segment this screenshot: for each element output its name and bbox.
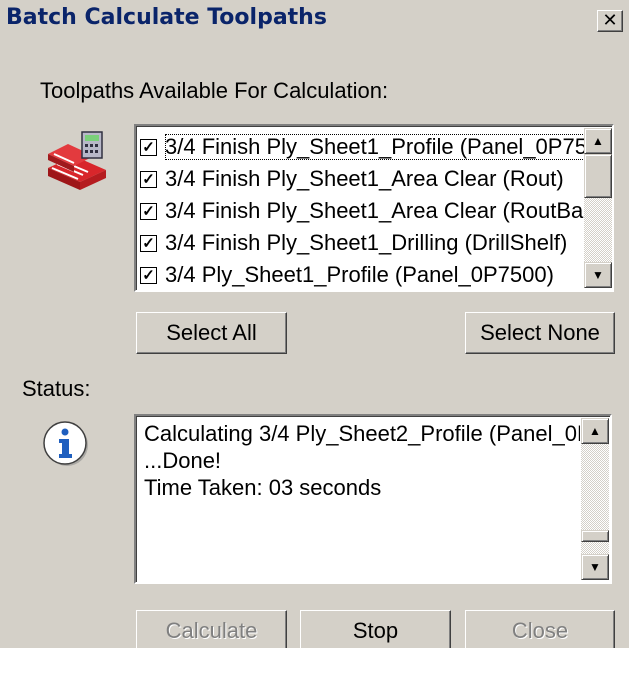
status-line: Time Taken: 03 seconds bbox=[144, 475, 382, 500]
window-title: Batch Calculate Toolpaths bbox=[6, 5, 327, 30]
toolpath-checkbox[interactable]: ✓ bbox=[140, 234, 157, 252]
scroll-up-arrow-icon[interactable]: ▲ bbox=[584, 128, 612, 154]
scroll-down-arrow-icon[interactable]: ▼ bbox=[581, 554, 609, 580]
toolpath-label: 3/4 Finish Ply_Sheet1_Drilling (DrillShe… bbox=[165, 230, 568, 255]
toolpath-listbox[interactable]: ✓ 3/4 Finish Ply_Sheet1_Profile (Panel_0… bbox=[134, 124, 614, 292]
toolpath-checkbox[interactable]: ✓ bbox=[140, 266, 157, 284]
toolpath-checkbox[interactable]: ✓ bbox=[140, 202, 157, 220]
toolpath-items: ✓ 3/4 Finish Ply_Sheet1_Profile (Panel_0… bbox=[140, 131, 584, 291]
info-icon bbox=[43, 421, 88, 466]
title-bar[interactable]: Batch Calculate Toolpaths ✕ bbox=[0, 0, 629, 38]
toolpath-scrollbar[interactable]: ▲ ▼ bbox=[584, 128, 612, 288]
toolpath-label: 3/4 Finish Ply_Sheet1_Area Clear (RoutBa… bbox=[165, 198, 584, 223]
toolpath-list-item[interactable]: ✓ 3/4 Finish Ply_Sheet1_Drilling (DrillS… bbox=[140, 227, 584, 259]
toolpath-checkbox[interactable]: ✓ bbox=[140, 138, 157, 156]
status-scrollbar[interactable]: ▲ ▼ bbox=[581, 418, 609, 580]
batch-calculate-dialog: Batch Calculate Toolpaths ✕ Toolpaths Av… bbox=[0, 0, 629, 648]
stop-button[interactable]: Stop bbox=[300, 610, 451, 648]
status-label: Status: bbox=[22, 376, 91, 401]
scroll-up-arrow-icon[interactable]: ▲ bbox=[581, 418, 609, 444]
close-button[interactable]: Close bbox=[465, 610, 615, 648]
select-none-button[interactable]: Select None bbox=[465, 312, 615, 354]
scroll-down-arrow-icon[interactable]: ▼ bbox=[584, 262, 612, 288]
scroll-thumb[interactable] bbox=[584, 154, 612, 198]
select-all-button[interactable]: Select All bbox=[136, 312, 287, 354]
toolpath-label: 3/4 Finish Ply_Sheet1_Area Clear (Rout) bbox=[165, 166, 564, 191]
status-textbox[interactable]: Calculating 3/4 Ply_Sheet2_Profile (Pane… bbox=[134, 414, 612, 584]
toolpath-label: 3/4 Finish Ply_Sheet1_Profile (Panel_0P7… bbox=[165, 134, 584, 160]
toolpath-list-item[interactable]: ✓ 3/4 Finish Ply_Sheet1_Profile (Panel_0… bbox=[140, 131, 584, 163]
calculate-button[interactable]: Calculate bbox=[136, 610, 287, 648]
toolpath-list-item[interactable]: ✓ 3/4 Finish Ply_Sheet1_Area Clear (Rout… bbox=[140, 163, 584, 195]
status-line: Calculating 3/4 Ply_Sheet2_Profile (Pane… bbox=[144, 421, 580, 446]
status-line: ...Done! bbox=[144, 448, 222, 473]
calculator-toolpath-icon bbox=[48, 131, 106, 190]
toolpath-list-item[interactable]: ✓ 3/4 Finish Ply_Sheet1_Area Clear (Rout… bbox=[140, 195, 584, 227]
toolpath-list-item[interactable]: ✓ 3/4 Ply_Sheet1_Profile (Panel_0P7500) bbox=[140, 259, 584, 291]
toolpath-label: 3/4 Ply_Sheet1_Profile (Panel_0P7500) bbox=[165, 262, 554, 287]
scroll-thumb[interactable] bbox=[581, 530, 609, 542]
close-window-button[interactable]: ✕ bbox=[597, 10, 623, 32]
toolpaths-available-label: Toolpaths Available For Calculation: bbox=[40, 78, 389, 103]
toolpath-checkbox[interactable]: ✓ bbox=[140, 170, 157, 188]
status-text: Calculating 3/4 Ply_Sheet2_Profile (Pane… bbox=[144, 420, 580, 501]
